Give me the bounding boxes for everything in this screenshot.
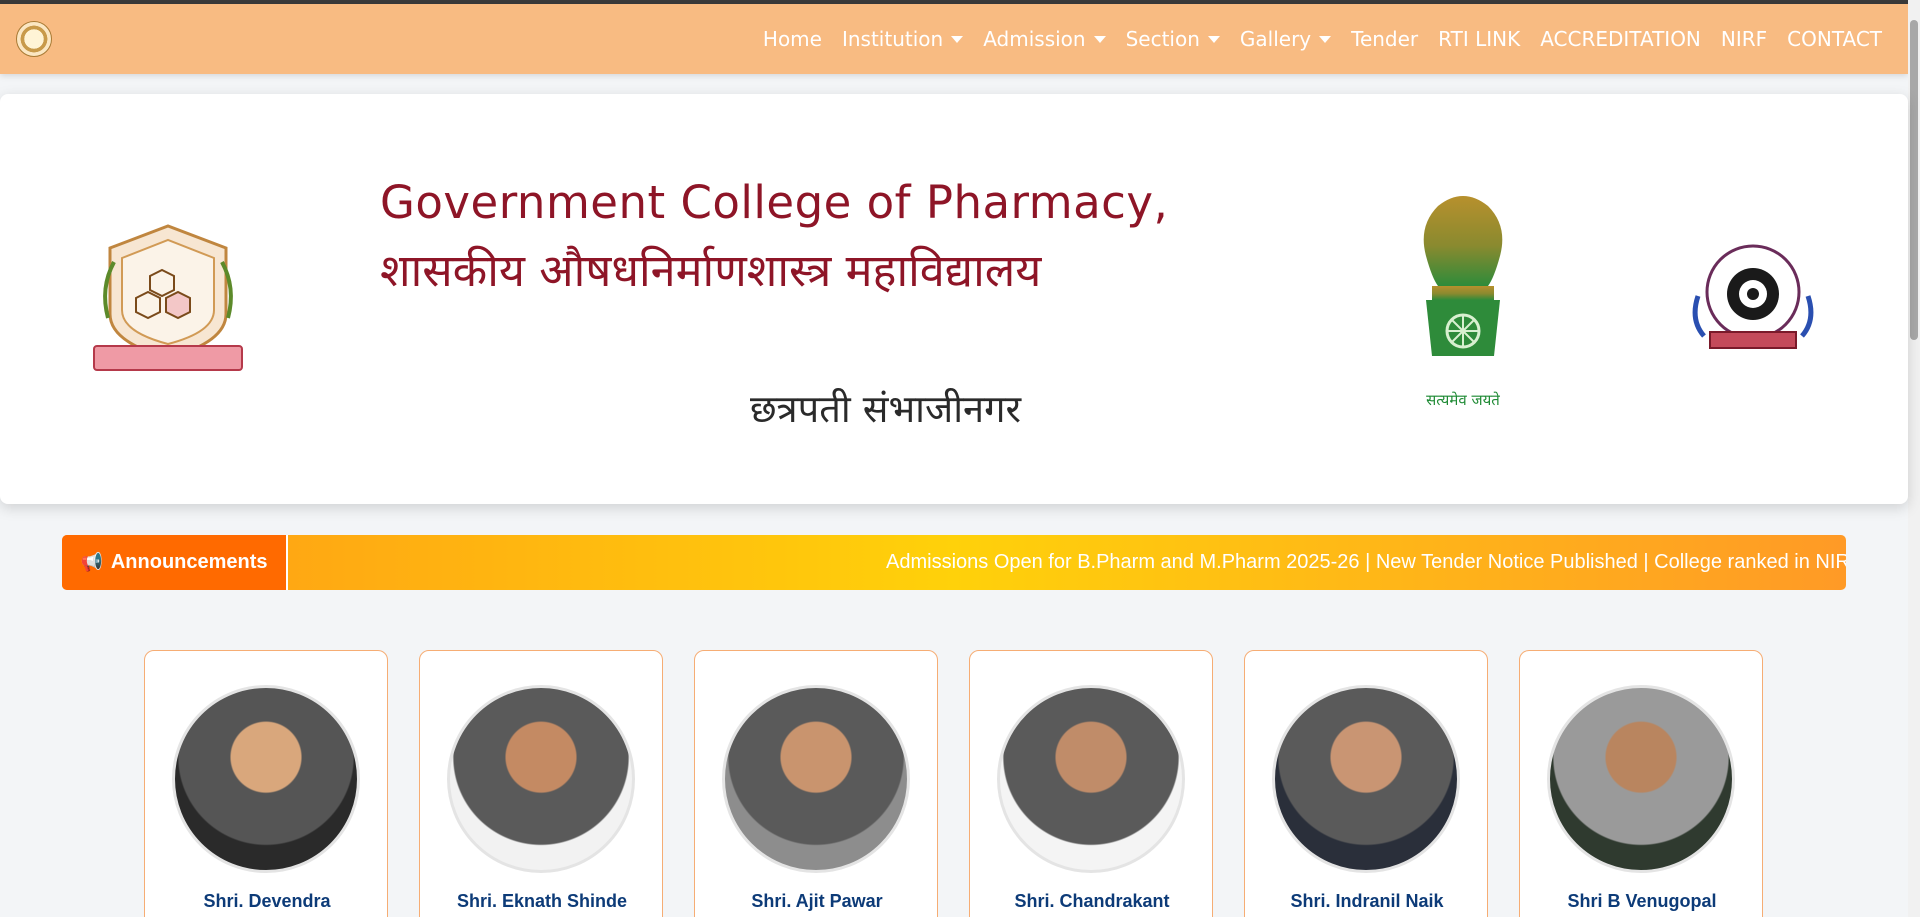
nav-rti-link[interactable]: RTI LINK xyxy=(1438,27,1520,51)
announcements-label-box: 📢 Announcements xyxy=(62,535,288,590)
official-portrait xyxy=(722,685,910,873)
chevron-down-icon xyxy=(1093,35,1106,43)
college-logo-small[interactable] xyxy=(16,21,52,57)
ashoka-emblem-icon xyxy=(1423,196,1503,356)
official-portrait xyxy=(1547,685,1735,873)
nav-tender[interactable]: Tender xyxy=(1351,27,1418,51)
nav-nirf-label: NIRF xyxy=(1720,27,1768,51)
chevron-down-icon xyxy=(1319,35,1332,43)
dte-emblem-icon xyxy=(1692,244,1814,349)
nav-gallery-label: Gallery xyxy=(1239,27,1312,51)
official-portrait xyxy=(997,685,1185,873)
officials-cards: Shri. Devendra Shri. Eknath Shinde Shri.… xyxy=(144,650,1764,917)
nav-section-label: Section xyxy=(1125,27,1200,51)
official-card[interactable]: Shri. Ajit Pawar xyxy=(694,650,938,917)
chevron-down-icon xyxy=(951,35,964,43)
official-card[interactable]: Shri. Eknath Shinde xyxy=(419,650,663,917)
nav-menu: Home Institution Admission Section Galle… xyxy=(743,4,1882,74)
scrollbar-thumb[interactable] xyxy=(1910,20,1918,340)
official-name: Shri. Chandrakant xyxy=(1014,891,1170,911)
official-name: Shri. Indranil Naik xyxy=(1290,891,1444,911)
college-title-marathi: शासकीय औषधनिर्माणशास्त्र महाविद्यालय xyxy=(380,244,1042,297)
nav-nirf[interactable]: NIRF xyxy=(1721,27,1767,51)
official-name: Shri. Ajit Pawar xyxy=(751,891,883,911)
nav-home[interactable]: Home xyxy=(763,27,822,51)
official-name: Shri B Venugopal xyxy=(1567,891,1717,911)
official-card[interactable]: Shri. Devendra xyxy=(144,650,388,917)
official-portrait xyxy=(447,685,635,873)
nav-gallery[interactable]: Gallery xyxy=(1239,27,1332,51)
official-portrait xyxy=(1272,685,1460,873)
official-card[interactable]: Shri B Venugopal xyxy=(1519,650,1763,917)
official-name: Shri. Devendra xyxy=(203,891,331,911)
nav-institution[interactable]: Institution xyxy=(841,27,964,51)
college-emblem-icon xyxy=(93,224,243,371)
megaphone-icon: 📢 xyxy=(80,552,103,572)
announcement-text[interactable]: Admissions Open for B.Pharm and M.Pharm … xyxy=(886,535,1846,590)
page-scrollbar[interactable] xyxy=(1908,0,1920,917)
main-navbar: Home Institution Admission Section Galle… xyxy=(0,4,1908,74)
nav-tender-label: Tender xyxy=(1351,27,1419,51)
emblem-motto: सत्यमेव जयते xyxy=(1426,391,1500,409)
official-portrait xyxy=(172,685,360,873)
official-name: Shri. Eknath Shinde xyxy=(456,891,628,911)
college-header-banner: Government College of Pharmacy, शासकीय औ… xyxy=(0,94,1908,504)
nav-admission[interactable]: Admission xyxy=(983,27,1106,51)
chevron-down-icon xyxy=(1207,35,1220,43)
nav-accreditation[interactable]: ACCREDITATION xyxy=(1540,27,1701,51)
nav-home-label: Home xyxy=(762,27,822,51)
nav-section[interactable]: Section xyxy=(1126,27,1220,51)
official-card[interactable]: Shri. Indranil Naik xyxy=(1244,650,1488,917)
nav-contact-label: CONTACT xyxy=(1787,27,1882,51)
nav-accreditation-label: ACCREDITATION xyxy=(1540,27,1701,51)
announcements-label: Announcements xyxy=(110,551,268,573)
nav-contact[interactable]: CONTACT xyxy=(1787,27,1882,51)
college-title-english: Government College of Pharmacy, xyxy=(380,176,1169,229)
official-card[interactable]: Shri. Chandrakant xyxy=(969,650,1213,917)
nav-admission-label: Admission xyxy=(983,27,1086,51)
nav-institution-label: Institution xyxy=(841,27,944,51)
college-city: छत्रपती संभाजीनगर xyxy=(750,387,1022,431)
announcement-ticker: 📢 Announcements Admissions Open for B.Ph… xyxy=(62,535,1846,590)
nav-rti-link-label: RTI LINK xyxy=(1438,27,1521,51)
